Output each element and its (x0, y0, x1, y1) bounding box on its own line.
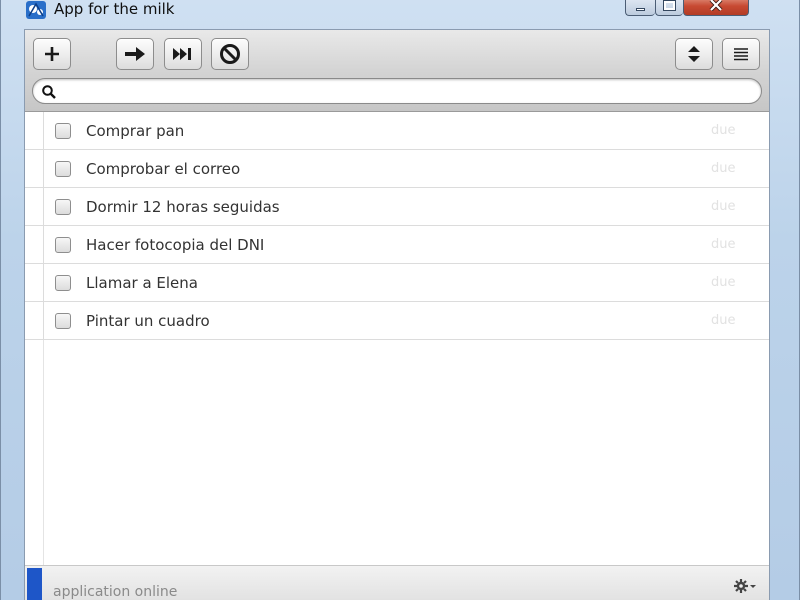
list-item[interactable]: Comprobar el correo due (25, 150, 769, 188)
prohibited-icon (220, 44, 240, 64)
title-bar[interactable]: App for the milk (1, 0, 800, 24)
row-gutter (43, 302, 44, 339)
minimize-button[interactable] (625, 0, 655, 16)
task-due: due (711, 275, 736, 290)
row-gutter (43, 188, 44, 225)
postpone-button[interactable] (116, 38, 154, 70)
window-controls (625, 0, 749, 16)
toolbar (25, 30, 769, 112)
status-accent-bar (27, 568, 42, 600)
arrow-right-icon (125, 47, 145, 61)
sort-button[interactable] (675, 38, 713, 70)
client-area: Comprar pan due Comprobar el correo due … (24, 29, 770, 600)
close-button[interactable] (683, 0, 749, 16)
maximize-button[interactable] (655, 0, 683, 16)
app-window: App for the milk Comprar pan due Comprob… (0, 0, 800, 600)
task-due: due (711, 161, 736, 176)
list-item[interactable]: Comprar pan due (25, 112, 769, 150)
row-gutter (43, 112, 44, 149)
row-gutter (43, 226, 44, 263)
task-checkbox[interactable] (55, 237, 71, 253)
list-menu-icon (734, 48, 748, 61)
task-due: due (711, 199, 736, 214)
task-name: Llamar a Elena (86, 274, 198, 292)
task-due: due (711, 313, 736, 328)
task-checkbox[interactable] (55, 275, 71, 291)
window-title: App for the milk (54, 0, 175, 18)
task-name: Dormir 12 horas seguidas (86, 198, 280, 216)
menu-button[interactable] (722, 38, 760, 70)
search-box[interactable] (32, 78, 762, 104)
close-icon (709, 0, 723, 11)
task-due: due (711, 237, 736, 252)
plus-icon (45, 47, 59, 61)
task-list: Comprar pan due Comprobar el correo due … (25, 112, 769, 340)
add-task-button[interactable] (33, 38, 71, 70)
task-checkbox[interactable] (55, 199, 71, 215)
task-name: Comprar pan (86, 122, 185, 140)
app-logo-icon (26, 1, 46, 19)
maximize-icon (663, 0, 676, 11)
row-gutter (43, 264, 44, 301)
task-name: Comprobar el correo (86, 160, 241, 178)
task-checkbox[interactable] (55, 161, 71, 177)
row-gutter (43, 150, 44, 187)
task-checkbox[interactable] (55, 123, 71, 139)
search-input[interactable] (61, 82, 751, 100)
list-item[interactable]: Hacer fotocopia del DNI due (25, 226, 769, 264)
list-item[interactable]: Llamar a Elena due (25, 264, 769, 302)
list-item[interactable]: Dormir 12 horas seguidas due (25, 188, 769, 226)
skip-forward-button[interactable] (164, 38, 202, 70)
status-bar: application online (25, 565, 769, 600)
list-item[interactable]: Pintar un cuadro due (25, 302, 769, 340)
skip-forward-icon (173, 48, 191, 60)
task-name: Pintar un cuadro (86, 312, 210, 330)
sort-updown-icon (688, 46, 700, 62)
search-icon (42, 85, 56, 99)
cancel-task-button[interactable] (211, 38, 249, 70)
minimize-icon (636, 7, 645, 11)
task-name: Hacer fotocopia del DNI (86, 236, 265, 254)
status-text: application online (53, 584, 178, 600)
chevron-down-icon (750, 585, 756, 588)
task-checkbox[interactable] (55, 313, 71, 329)
gear-icon[interactable] (733, 578, 757, 594)
task-due: due (711, 123, 736, 138)
